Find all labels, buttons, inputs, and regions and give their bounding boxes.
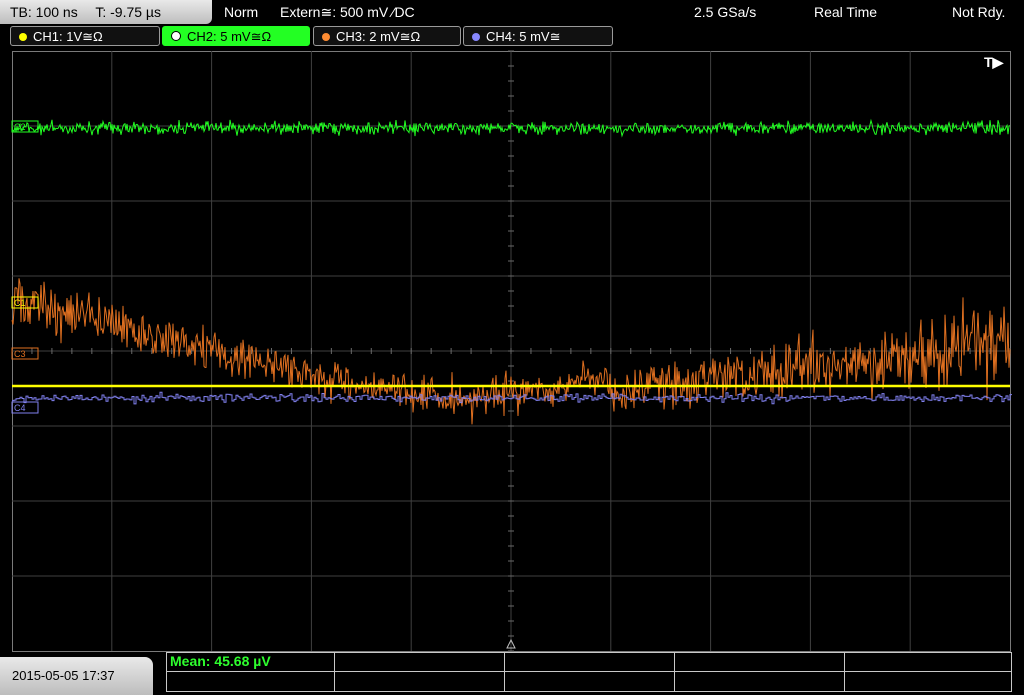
- channel-4-marker[interactable]: C4: [11, 401, 39, 414]
- datetime-box: 2015-05-05 17:37: [0, 657, 153, 695]
- measurement-mean-value: Mean: 45.68 µV: [170, 653, 271, 669]
- svg-text:C2: C2: [14, 122, 26, 132]
- channel-3-marker[interactable]: C3: [11, 347, 39, 360]
- svg-text:C1: C1: [14, 298, 26, 308]
- svg-text:C3: C3: [14, 349, 26, 359]
- trigger-position-marker[interactable]: T▶: [984, 54, 1005, 70]
- svg-text:C4: C4: [14, 403, 26, 413]
- measurement-table: [166, 652, 1012, 692]
- waveform-display[interactable]: C2 C1 C3 C4 T▶: [0, 0, 1024, 695]
